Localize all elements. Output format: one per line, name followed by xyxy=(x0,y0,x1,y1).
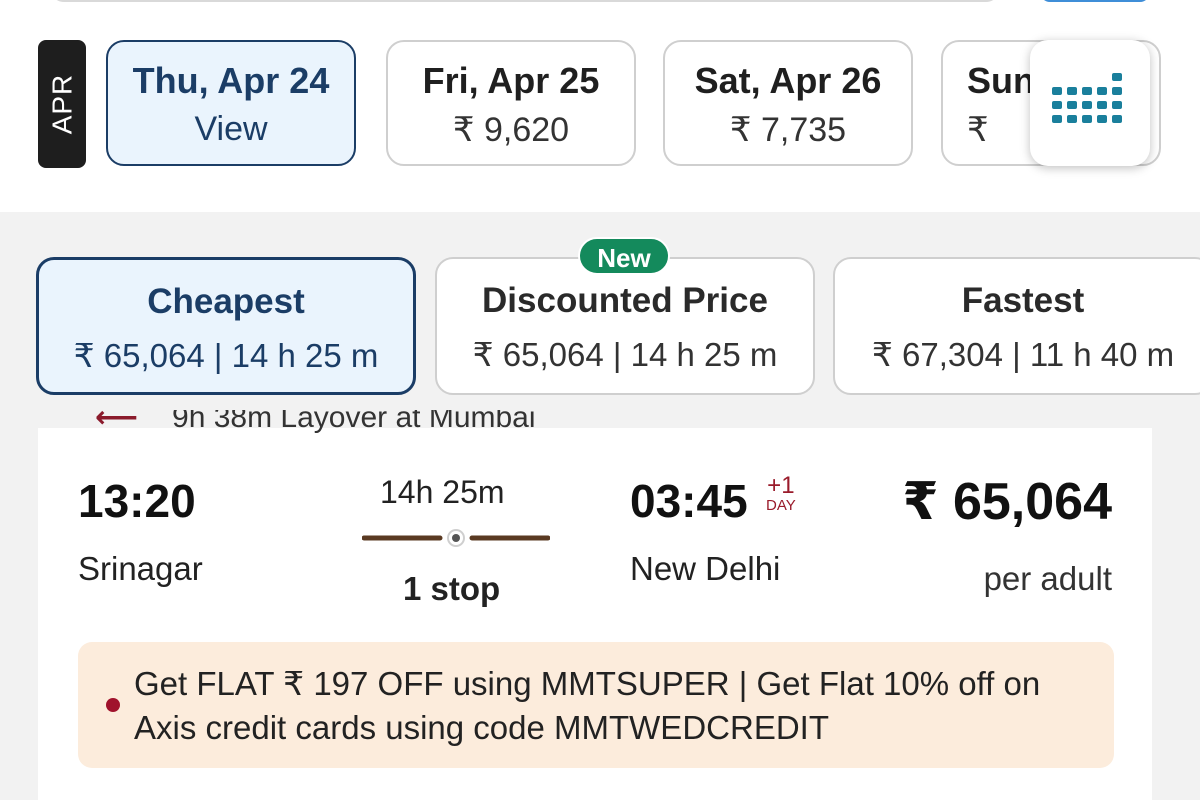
date-card-price: View xyxy=(194,110,268,148)
stops-count: 1 stop xyxy=(403,570,501,607)
sort-tab-title: Cheapest xyxy=(147,282,305,321)
date-card-day: Thu, Apr 24 xyxy=(132,60,330,101)
search-button[interactable] xyxy=(1040,0,1150,2)
sort-tab-summary: ₹ 65,064 | 14 h 25 m xyxy=(472,336,778,373)
date-card-thu-apr-24[interactable]: Thu, Apr 24 View xyxy=(106,40,356,166)
sort-tab-title: Fastest xyxy=(961,281,1085,320)
sort-tab-summary: ₹ 65,064 | 14 h 25 m xyxy=(73,337,379,374)
layover-text: 9h 38m Layover at Mumbai xyxy=(172,410,536,434)
date-card-day: Fri, Apr 25 xyxy=(422,60,600,101)
date-strip: APR Thu, Apr 24 View Fri, Apr 25 ₹ 9,620… xyxy=(0,0,1200,212)
departure-time: 13:20 xyxy=(78,475,196,527)
plus-day-number: +1 xyxy=(767,472,795,499)
month-label: APR xyxy=(38,40,86,168)
date-card-price: ₹ 7,735 xyxy=(729,111,847,149)
offer-banner: Get FLAT ₹ 197 OFF using MMTSUPER | Get … xyxy=(78,642,1114,768)
flight-results-page: APR Thu, Apr 24 View Fri, Apr 25 ₹ 9,620… xyxy=(0,0,1200,800)
date-card-sat-apr-26[interactable]: Sat, Apr 26 ₹ 7,735 xyxy=(663,40,913,166)
calendar-button[interactable] xyxy=(1030,40,1150,166)
search-bar[interactable] xyxy=(50,0,1000,2)
route-line-icon xyxy=(362,529,550,547)
arrival-city: New Delhi xyxy=(630,550,781,587)
flight-price: ₹ 65,064 xyxy=(902,473,1112,531)
offer-bullet-icon xyxy=(106,698,120,712)
sort-tab-discounted-price[interactable]: Discounted Price ₹ 65,064 | 14 h 25 m xyxy=(435,257,815,395)
plus-day-indicator: +1 DAY xyxy=(766,472,796,514)
sort-tab-fastest[interactable]: Fastest ₹ 67,304 | 11 h 40 m xyxy=(833,257,1200,395)
departure-city: Srinagar xyxy=(78,550,203,587)
flight-duration: 14h 25m xyxy=(380,474,505,510)
month-label-text: APR xyxy=(46,73,78,135)
sort-tab-cheapest[interactable]: Cheapest ₹ 65,064 | 14 h 25 m xyxy=(36,257,416,395)
sort-tab-title: Discounted Price xyxy=(482,281,768,320)
new-badge: New xyxy=(578,237,670,275)
date-card-day: Sat, Apr 26 xyxy=(694,60,882,101)
price-unit: per adult xyxy=(983,560,1112,597)
offer-text: Get FLAT ₹ 197 OFF using MMTSUPER | Get … xyxy=(134,665,1041,746)
date-card-fri-apr-25[interactable]: Fri, Apr 25 ₹ 9,620 xyxy=(386,40,636,166)
layover-info: ⟵ 9h 38m Layover at Mumbai xyxy=(95,410,536,444)
plus-day-label: DAY xyxy=(766,497,796,514)
calendar-grid-icon xyxy=(1052,73,1122,123)
layover-arrow-icon: ⟵ xyxy=(95,410,139,434)
arrival-time: 03:45 xyxy=(630,475,748,527)
date-card-price: ₹ 9,620 xyxy=(452,111,570,149)
sort-tab-summary: ₹ 67,304 | 11 h 40 m xyxy=(871,336,1175,373)
